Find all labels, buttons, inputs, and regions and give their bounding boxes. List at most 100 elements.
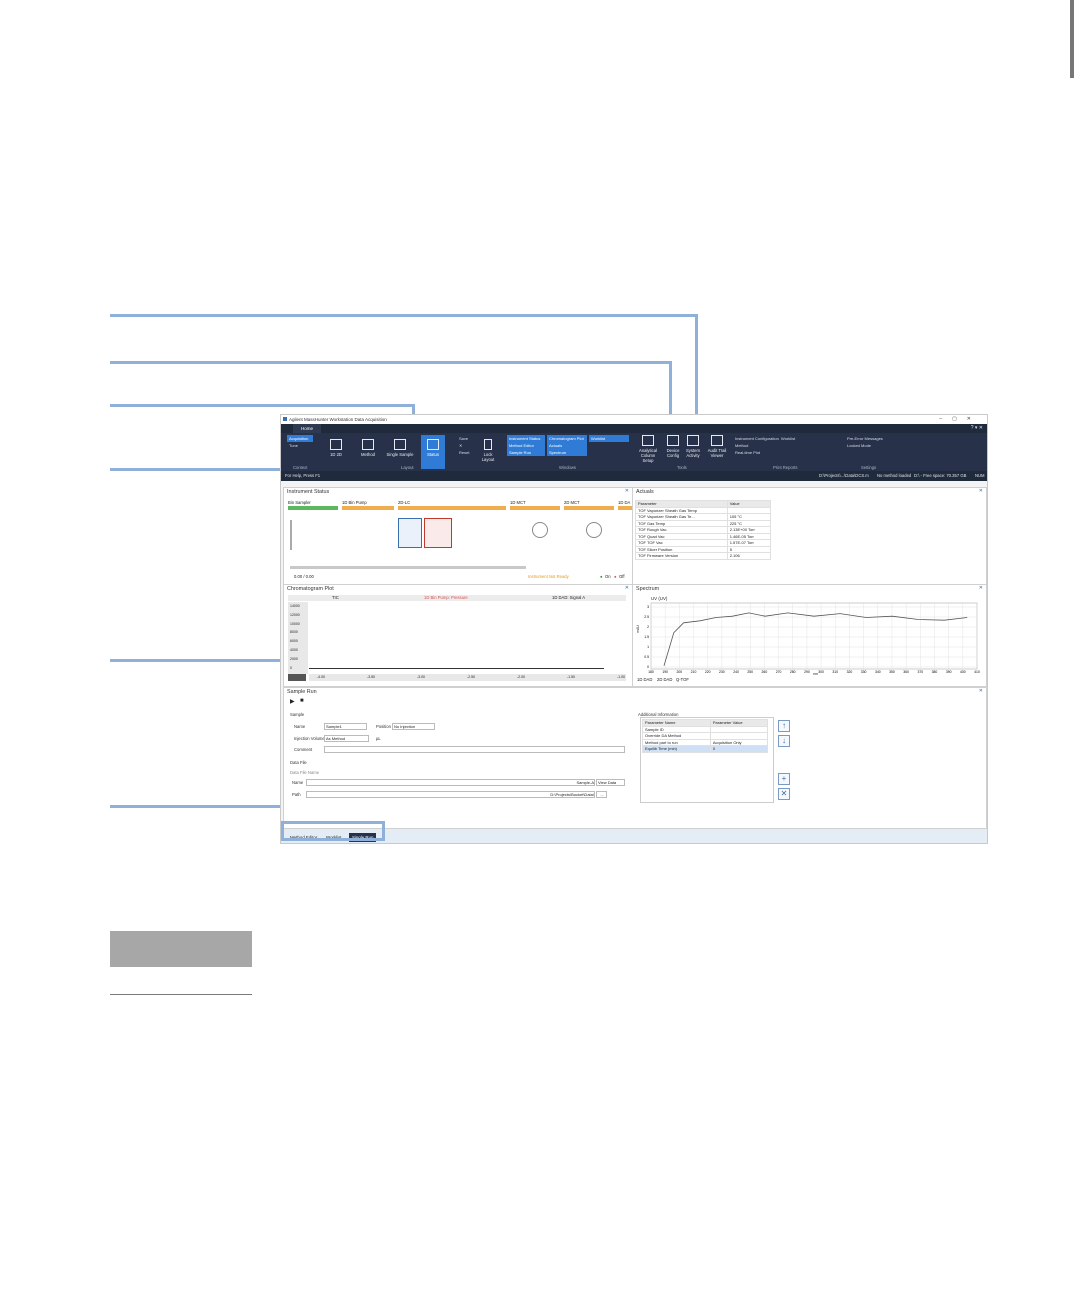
additional-info-frame [640,717,774,803]
settings-pre-error-messages[interactable]: Pre-Error Messages [845,435,895,442]
layout-method-button[interactable]: Method [357,439,379,457]
context-item-tune[interactable]: Tune [287,442,313,449]
move-down-button[interactable]: ↓ [778,735,790,747]
sample-run-close-icon[interactable]: ✕ [979,688,983,694]
spectrum-x-tick: 340 [875,670,881,674]
layout-status-button[interactable]: Status [421,435,445,469]
module-name: 1D MCT [510,500,526,505]
module-name: Bin Sampler [288,500,311,505]
spectrum-x-tick: 320 [847,670,853,674]
app-window: Agilent MassHunter Workstation Data Acqu… [280,414,988,844]
status-icon [427,439,439,450]
run-stop-icon[interactable]: ■ [300,698,304,704]
print-item-realtime-plot[interactable]: Real-time Plot [733,449,823,456]
comment-input[interactable] [324,746,625,753]
module-name: 2D-LC [398,500,411,505]
layout-save-button[interactable]: Save [457,435,481,442]
settings-locked-mode[interactable]: Locked Mode [845,442,895,449]
context-group-label: Context [293,465,308,470]
module-status-bar[interactable] [564,506,614,510]
context-item-acquisition[interactable]: Acquisition [287,435,313,442]
spectrum-y-tick: 0.5 [644,655,649,659]
table-row: TOF Firmware Version 2.106 [635,552,772,560]
actuals-close-icon[interactable]: ✕ [979,488,983,494]
tab-home[interactable]: Home [293,424,322,433]
spectrum-x-tick: 380 [932,670,938,674]
chromatogram-x-tick: -1.50 [567,675,575,679]
side-label-block [110,931,252,967]
window-controls[interactable]: –▢✕ [939,416,981,422]
spectrum-tab-1d-dad[interactable]: 1D DAD [637,677,652,682]
spectrum-x-tick: 280 [790,670,796,674]
module-diagram-2dlc-valve [424,518,452,548]
context-list: Acquisition Tune [287,435,313,449]
audit-trail-viewer-button[interactable]: Audit Trail Viewer [705,435,729,458]
lock-layout-button[interactable]: Lock Layout [479,439,497,462]
run-play-icon[interactable]: ▶ [290,698,295,705]
browse-button[interactable]: ... [596,791,607,798]
window-toggle-spectrum[interactable]: Spectrum [547,449,587,456]
instrument-not-ready-legend: Instrument Not Ready [528,574,569,579]
spectrum-tab-2d-dad[interactable]: 2D DAD [657,677,672,682]
layout-1d2d-button[interactable]: 1D 2D [325,439,347,457]
add-row-button[interactable]: + [778,773,790,785]
actuals-parameter-cell: TOF Firmware Version [635,552,728,560]
module-status-bar[interactable] [288,506,338,510]
spectrum-x-tick: 410 [974,670,980,674]
chromatogram-y-tick: 8000 [290,630,298,635]
callout-line-chromatogram [110,404,415,407]
window-toggle-instrument-status[interactable]: Instrument Status [507,435,545,442]
spectrum-tab-qtof[interactable]: Q-TOF [676,677,689,682]
spectrum-panel: Spectrum ✕ UV (UV) mAU nm 180 190 200 210 22… [632,584,987,687]
layout-icon [330,439,342,450]
chromatogram-xaxis: -4.00 -3.50 -3.00 -2.50 -2.00 -1.50 -1.00 [309,674,626,681]
layout-small-actions: Save ✕ Reset [457,435,481,456]
data-file-name-input[interactable]: Sample-A [306,779,595,786]
chromatogram-zoom-buttons[interactable] [288,674,306,681]
window-toggle-sample-run[interactable]: Sample Run [507,449,545,456]
spectrum-x-tick: 230 [719,670,725,674]
window-toggle-chromatogram-plot[interactable]: Chromatogram Plot [547,435,587,442]
legend-on-icon: ● [600,574,603,579]
data-file-sub-label: Data File Name [290,770,320,775]
view-data-select[interactable]: View Data [596,779,625,786]
data-file-path-label: Path [292,792,301,797]
help-icon[interactable]: ? ▾ ✕ [971,425,983,431]
chromatogram-close-icon[interactable]: ✕ [625,585,629,591]
instrument-status-panel: Instrument Status ✕ Bin Sampler 1D Bin Pu… [283,487,633,585]
module-status-bar[interactable] [618,506,632,510]
data-file-name-label: Name [292,780,304,785]
move-up-button[interactable]: ↑ [778,720,790,732]
side-label-rule [110,994,252,995]
data-file-path-input[interactable]: D:\Projects\Bucket\Data\ [306,791,595,798]
chromatogram-panel: Chromatogram Plot ✕ TIC 1D Bin Pump: Pre… [283,584,633,687]
module-status-bar[interactable] [510,506,560,510]
spectrum-x-tick: 390 [946,670,952,674]
print-item-method[interactable]: Method [733,442,823,449]
delete-row-button[interactable]: ✕ [778,788,790,800]
chromatogram-y-tick: 4000 [290,648,298,652]
injection-volume-label: Injection Volume [294,736,325,741]
bottom-tabs-highlight [281,821,385,841]
sample-name-input[interactable]: Sample1 [324,723,367,730]
instrument-status-scrollbar[interactable] [290,566,526,569]
chromatogram-header-pressure: 1D Bin Pump: Pressure [424,595,468,600]
window-toggle-actuals[interactable]: Actuals [547,442,587,449]
instrument-status-close-icon[interactable]: ✕ [625,488,629,494]
window-toggle-method-editor[interactable]: Method Editor [507,442,545,449]
device-config-button[interactable]: Device Config [663,435,683,458]
layout-reset-button[interactable]: Reset [457,449,481,456]
window-toggle-worklist[interactable]: Worklist [589,435,629,442]
module-status-bar[interactable] [342,506,394,510]
position-select[interactable]: No Injection [392,723,435,730]
injection-volume-select[interactable]: As Method [324,735,369,742]
module-status-bar[interactable] [398,506,506,510]
analytical-column-setup-button[interactable]: Analytical Column Setup [635,435,661,463]
windows-col-1: Instrument Status Method Editor Sample R… [507,435,545,456]
system-activity-button[interactable]: System Activity [683,435,703,458]
instrument-status-title: Instrument Status [287,489,330,495]
print-item-instrument-config[interactable]: Instrument Configuration Worklist [733,435,823,442]
spectrum-x-tick: 200 [677,670,683,674]
layout-single-sample-button[interactable]: Single Sample [385,439,415,457]
spectrum-x-tick: 290 [804,670,810,674]
